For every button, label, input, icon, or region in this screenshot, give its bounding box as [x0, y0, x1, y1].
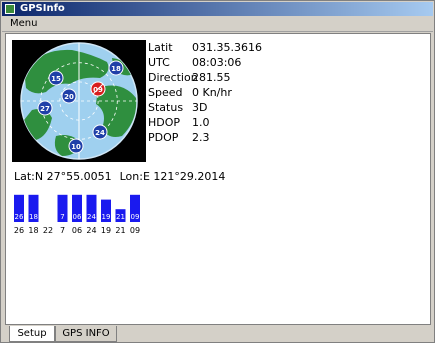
satellite-id-label: 20 — [64, 93, 74, 101]
satellite-id-label: 15 — [51, 75, 61, 83]
info-label: Latit — [148, 41, 173, 54]
tab-gps-info[interactable]: GPS INFO — [55, 326, 117, 342]
app-window: GPSInfo Menu 15 20 27 09 18 24 10 Latit 031.35… — [0, 0, 435, 343]
signal-bar-inner-label: 24 — [87, 213, 96, 221]
satellite-id-label: 27 — [40, 105, 50, 113]
satellite-skyplot: 15 20 27 09 18 24 10 — [12, 40, 146, 162]
info-row-utc: UTC 08:03:06 — [148, 55, 258, 70]
info-row-speed: Speed 0 Kn/hr — [148, 85, 258, 100]
info-label: Speed — [148, 86, 183, 99]
signal-svg: 26 26 18 18 22 7 7 06 06 24 24 19 19 21 21 09 09 — [14, 194, 140, 235]
signal-bar-inner-label: 7 — [60, 213, 64, 221]
info-label: PDOP — [148, 131, 179, 144]
satellite-id-label: 18 — [111, 65, 121, 73]
info-row-hdop: HDOP 1.0 — [148, 115, 258, 130]
info-value: 3D — [192, 101, 208, 114]
signal-bar-inner-label: 06 — [73, 213, 82, 221]
satellite-id-label: 24 — [95, 129, 105, 137]
info-value: 0 Kn/hr — [192, 86, 232, 99]
signal-bar-inner-label: 18 — [29, 213, 38, 221]
info-label: UTC — [148, 56, 170, 69]
info-value: 2.3 — [192, 131, 210, 144]
signal-bar-label: 22 — [43, 226, 53, 235]
tab-bar: Setup GPS INFO — [5, 326, 431, 342]
info-label: Status — [148, 101, 184, 114]
satellite-id-label: 09 — [93, 86, 103, 94]
signal-bar-inner-label: 09 — [131, 213, 140, 221]
info-row-pdop: PDOP 2.3 — [148, 130, 258, 145]
signal-bar-label: 21 — [115, 226, 125, 235]
skyplot-svg: 15 20 27 09 18 24 10 — [20, 42, 138, 160]
signal-bar-label: 06 — [72, 226, 82, 235]
signal-bar-label: 26 — [14, 226, 24, 235]
signal-bar-label: 24 — [86, 226, 96, 235]
info-value: 1.0 — [192, 116, 210, 129]
info-value: 031.35.3616 — [192, 41, 262, 54]
signal-bar-label: 18 — [28, 226, 38, 235]
info-value: 281.55 — [192, 71, 231, 84]
signal-bar-label: 09 — [130, 226, 140, 235]
tab-setup[interactable]: Setup — [9, 326, 55, 342]
window-title: GPSInfo — [20, 3, 65, 14]
app-icon — [5, 4, 15, 14]
info-row-direction: Direction 281.55 — [148, 70, 258, 85]
info-row-latitude: Latit 031.35.3616 — [148, 40, 262, 55]
signal-bar-label: 7 — [60, 226, 65, 235]
gps-content-panel: 15 20 27 09 18 24 10 Latit 031.35.3616 UTC 08:… — [5, 33, 431, 325]
menu-bar: Menu — [2, 16, 433, 32]
signal-strength-chart: 26 26 18 18 22 7 7 06 06 24 24 19 19 21 21 09 09 — [12, 182, 212, 242]
info-label: HDOP — [148, 116, 181, 129]
signal-bar-inner-label: 26 — [15, 213, 24, 221]
info-label: Direction — [148, 71, 198, 84]
info-row-status: Status 3D — [148, 100, 258, 115]
signal-bar-inner-label: 21 — [116, 213, 125, 221]
signal-bar-inner-label: 19 — [102, 213, 111, 221]
signal-bar-label: 19 — [101, 226, 111, 235]
title-bar[interactable]: GPSInfo — [2, 2, 433, 16]
menu-item-menu[interactable]: Menu — [10, 17, 37, 30]
satellite-id-label: 10 — [71, 143, 81, 151]
info-value: 08:03:06 — [192, 56, 242, 69]
